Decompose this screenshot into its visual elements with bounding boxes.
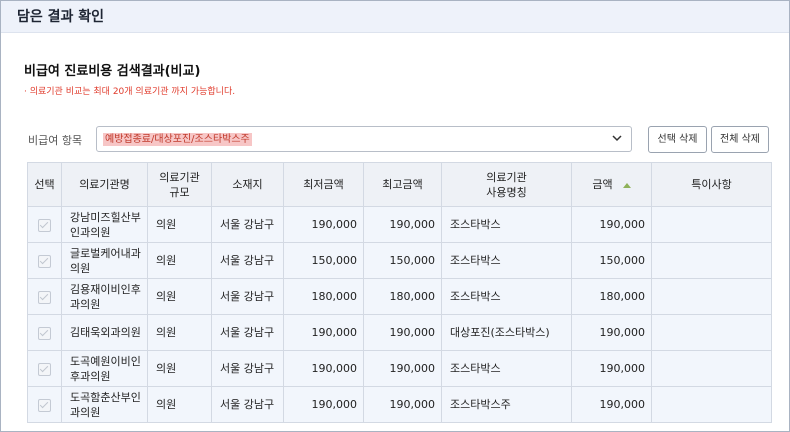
column-header-note: 특이사항 — [651, 162, 772, 207]
hospital-size: 의원 — [147, 242, 212, 279]
column-header-location: 소재지 — [211, 162, 284, 207]
note — [651, 242, 772, 279]
usage-name: 조스타박스주 — [441, 386, 572, 423]
price: 190,000 — [571, 206, 652, 243]
row-checkbox[interactable] — [38, 254, 51, 268]
column-header-name: 의료기관명 — [61, 162, 148, 207]
min-price: 190,000 — [283, 206, 364, 243]
usage-name: 대상포진(조스타박스) — [441, 314, 572, 351]
hospital-location: 서울 강남구 — [211, 242, 284, 279]
row-checkbox-cell — [27, 386, 62, 423]
section-title: 비급여 진료비용 검색결과(비교) — [24, 64, 201, 79]
selected-item-value: 예방접종료/대상포진/조스타박스주 — [103, 133, 252, 146]
usage-name: 조스타박스 — [441, 206, 572, 243]
max-price: 150,000 — [363, 242, 442, 279]
column-header-select: 선택 — [27, 162, 62, 207]
min-price: 190,000 — [283, 350, 364, 387]
page-title: 담은 결과 확인 — [17, 9, 105, 25]
hospital-name: 글로벌케어내과의원 — [61, 242, 148, 279]
note — [651, 386, 772, 423]
hospital-name: 강남미즈힐산부인과의원 — [61, 206, 148, 243]
table-row[interactable]: 김용재이비인후과의원 의원 서울 강남구 180,000 180,000 조스타박스 180… — [27, 278, 772, 315]
row-checkbox[interactable] — [38, 218, 51, 232]
hospital-name: 김용재이비인후과의원 — [61, 278, 148, 315]
hospital-location: 서울 강남구 — [211, 386, 284, 423]
max-price: 190,000 — [363, 206, 442, 243]
note — [651, 314, 772, 351]
table-row[interactable]: 글로벌케어내과의원 의원 서울 강남구 150,000 150,000 조스타박스 150,… — [27, 242, 772, 279]
row-checkbox-cell — [27, 242, 62, 279]
header-bar: 담은 결과 확인 — [1, 1, 789, 33]
price: 190,000 — [571, 386, 652, 423]
row-checkbox-cell — [27, 314, 62, 351]
column-header-max-price: 최고금액 — [363, 162, 442, 207]
results-table: 선택 의료기관명 의료기관 규모 소재지 최저금액 최고금액 의료기관 사용명칭 금… — [27, 162, 772, 423]
hospital-location: 서울 강남구 — [211, 206, 284, 243]
column-header-size: 의료기관 규모 — [147, 162, 212, 207]
hospital-name: 김태욱외과의원 — [61, 314, 148, 351]
column-header-price[interactable]: 금액 — [571, 162, 652, 207]
min-price: 190,000 — [283, 386, 364, 423]
max-price: 190,000 — [363, 350, 442, 387]
filter-label: 비급여 항목 — [28, 134, 83, 147]
usage-name: 조스타박스 — [441, 350, 572, 387]
min-price: 150,000 — [283, 242, 364, 279]
hospital-size: 의원 — [147, 278, 212, 315]
hospital-size: 의원 — [147, 314, 212, 351]
hospital-location: 서울 강남구 — [211, 314, 284, 351]
min-price: 190,000 — [283, 314, 364, 351]
row-checkbox-cell — [27, 278, 62, 315]
delete-all-button[interactable]: 전체 삭제 — [711, 126, 769, 153]
hospital-size: 의원 — [147, 386, 212, 423]
hospital-location: 서울 강남구 — [211, 278, 284, 315]
sort-ascending-icon[interactable] — [622, 182, 631, 188]
price: 190,000 — [571, 350, 652, 387]
table-header-row: 선택 의료기관명 의료기관 규모 소재지 최저금액 최고금액 의료기관 사용명칭 금… — [27, 162, 772, 207]
notice-text: · 의료기관 비교는 최대 20개 의료기관 까지 가능합니다. — [24, 87, 236, 97]
price: 180,000 — [571, 278, 652, 315]
usage-name: 조스타박스 — [441, 242, 572, 279]
min-price: 180,000 — [283, 278, 364, 315]
delete-selected-button[interactable]: 선택 삭제 — [648, 126, 707, 153]
price: 150,000 — [571, 242, 652, 279]
chevron-down-icon — [612, 135, 622, 142]
item-select[interactable]: 예방접종료/대상포진/조스타박스주 — [96, 126, 632, 152]
row-checkbox-cell — [27, 350, 62, 387]
hospital-size: 의원 — [147, 350, 212, 387]
table-row[interactable]: 강남미즈힐산부인과의원 의원 서울 강남구 190,000 190,000 조스타박스 19… — [27, 206, 772, 243]
row-checkbox[interactable] — [38, 326, 51, 340]
table-row[interactable]: 김태욱외과의원 의원 서울 강남구 190,000 190,000 대상포진(조스타박스)… — [27, 314, 772, 351]
column-header-usage-name: 의료기관 사용명칭 — [441, 162, 572, 207]
column-header-min-price: 최저금액 — [283, 162, 364, 207]
note — [651, 350, 772, 387]
hospital-name: 도곡예원이비인후과의원 — [61, 350, 148, 387]
max-price: 180,000 — [363, 278, 442, 315]
max-price: 190,000 — [363, 314, 442, 351]
table-row[interactable]: 도곡함춘산부인과의원 의원 서울 강남구 190,000 190,000 조스타박스주 19… — [27, 386, 772, 423]
row-checkbox[interactable] — [38, 290, 51, 304]
hospital-name: 도곡함춘산부인과의원 — [61, 386, 148, 423]
price: 190,000 — [571, 314, 652, 351]
max-price: 190,000 — [363, 386, 442, 423]
hospital-location: 서울 강남구 — [211, 350, 284, 387]
hospital-size: 의원 — [147, 206, 212, 243]
note — [651, 206, 772, 243]
row-checkbox[interactable] — [38, 362, 51, 376]
usage-name: 조스타박스 — [441, 278, 572, 315]
row-checkbox-cell — [27, 206, 62, 243]
row-checkbox[interactable] — [38, 398, 51, 412]
note — [651, 278, 772, 315]
table-row[interactable]: 도곡예원이비인후과의원 의원 서울 강남구 190,000 190,000 조스타박스 19… — [27, 350, 772, 387]
